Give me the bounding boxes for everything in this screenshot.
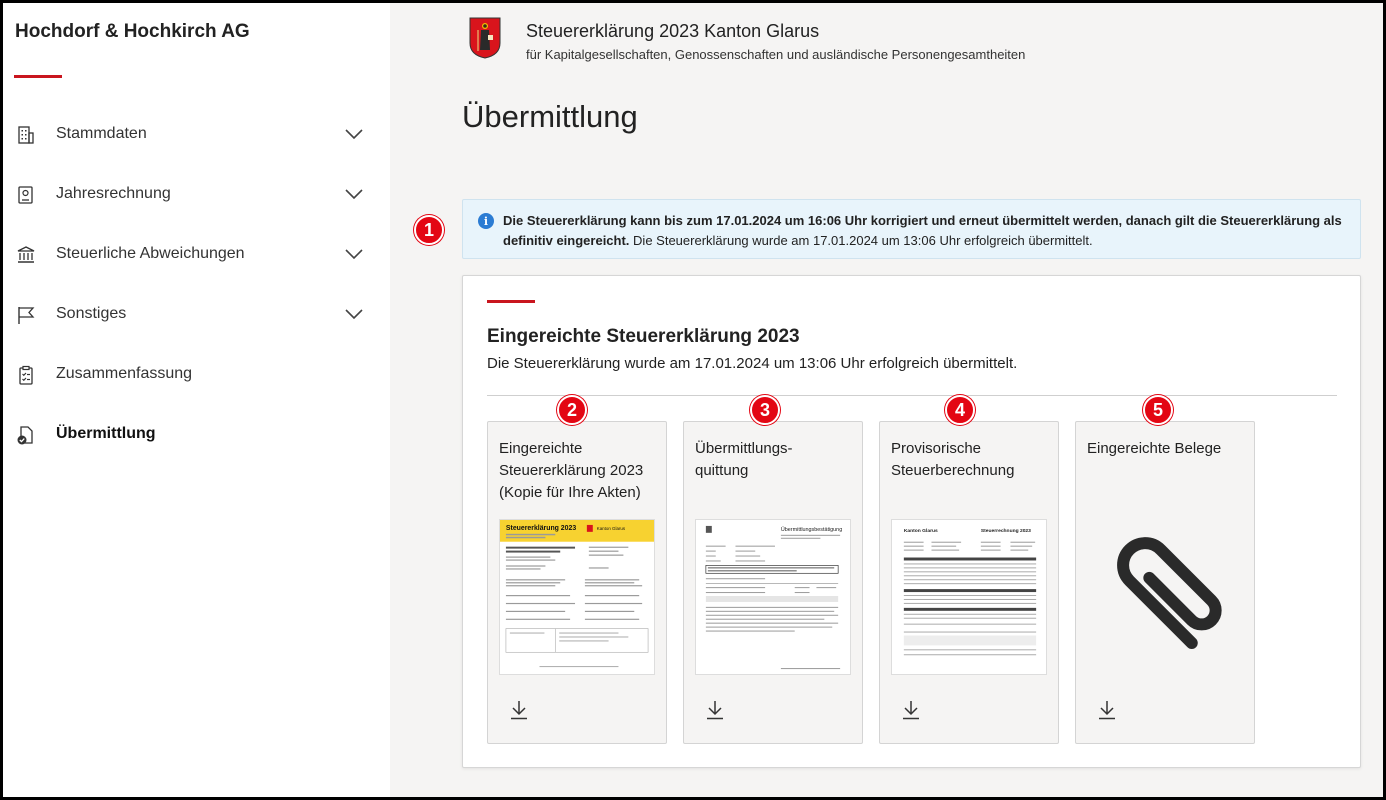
canton-crest-icon bbox=[469, 17, 501, 59]
app-title: Steuererklärung 2023 Kanton Glarus bbox=[526, 21, 820, 41]
sidebar-item-label: Stammdaten bbox=[56, 125, 147, 142]
annotation-marker-5: 5 bbox=[1143, 395, 1173, 425]
annotation-marker-1: 1 bbox=[414, 215, 444, 245]
divider bbox=[487, 395, 1337, 396]
thumb-title: Übermittlungsbestätigung bbox=[781, 526, 842, 533]
sidebar-item-label: Übermittlung bbox=[56, 425, 156, 442]
annotation-marker-2: 2 bbox=[557, 395, 587, 425]
app-subtitle: für Kapitalgesellschaften, Genossenschaf… bbox=[526, 47, 1026, 62]
accent-bar bbox=[14, 75, 62, 78]
document-thumbnail: Kanton Glarus Steuerrechnung 2023 bbox=[891, 519, 1047, 675]
info-banner: i Die Steuererklärung kann bis zum 17.01… bbox=[462, 199, 1361, 259]
thumb-title: Steuererklärung 2023 bbox=[506, 525, 576, 532]
page-title: Übermittlung bbox=[462, 99, 638, 134]
info-icon: i bbox=[478, 213, 494, 229]
company-name: Hochdorf & Hochkirch AG bbox=[15, 21, 250, 42]
ledger-icon bbox=[18, 186, 33, 204]
tile-submitted-documents[interactable]: Eingereichte Belege bbox=[1075, 421, 1255, 744]
sidebar-item-uebermittlung[interactable]: Übermittlung bbox=[3, 415, 390, 455]
clipboard-check-icon bbox=[19, 365, 33, 385]
chevron-down-icon[interactable] bbox=[344, 307, 364, 321]
tile-label: Provisorische Steuerberechnung bbox=[891, 440, 1015, 479]
download-icon[interactable] bbox=[1098, 700, 1116, 720]
chevron-down-icon[interactable] bbox=[344, 127, 364, 141]
tile-label: Übermittlungs-quittung bbox=[695, 440, 793, 479]
annotation-marker-4: 4 bbox=[945, 395, 975, 425]
thumb-title: Steuerrechnung 2023 bbox=[981, 528, 1031, 534]
sidebar-item-label: Zusammenfassung bbox=[56, 365, 193, 382]
bank-icon bbox=[17, 246, 35, 263]
info-text-normal: Die Steuererklärung wurde am 17.01.2024 … bbox=[633, 233, 1093, 248]
card-subtitle: Die Steuererklärung wurde am 17.01.2024 … bbox=[487, 355, 1018, 372]
building-icon bbox=[18, 126, 34, 144]
document-thumbnail: Steuererklärung 2023 Kanton Glarus bbox=[499, 519, 655, 675]
thumb-canton: Kanton Glarus bbox=[904, 528, 938, 534]
paperclip-icon bbox=[1117, 537, 1222, 649]
sidebar: Hochdorf & Hochkirch AG Stammdaten Jahre… bbox=[3, 3, 390, 797]
submission-card: Eingereichte Steuererklärung 2023 Die St… bbox=[462, 275, 1361, 768]
download-icon[interactable] bbox=[510, 700, 528, 720]
annotation-marker-3: 3 bbox=[750, 395, 780, 425]
flag-icon bbox=[18, 307, 35, 324]
card-title: Eingereichte Steuererklärung 2023 bbox=[487, 326, 800, 347]
document-check-icon bbox=[17, 426, 33, 445]
thumb-canton: Kanton Glarus bbox=[597, 526, 626, 531]
sidebar-item-label: Sonstiges bbox=[56, 305, 127, 322]
sidebar-item-label: Jahresrechnung bbox=[56, 185, 171, 202]
sidebar-item-stammdaten[interactable]: Stammdaten bbox=[3, 115, 390, 155]
tile-label: Eingereichte Steuererklärung 2023 (Kopie… bbox=[499, 440, 644, 501]
tile-label: Eingereichte Belege bbox=[1087, 440, 1222, 457]
chevron-down-icon[interactable] bbox=[344, 187, 364, 201]
download-icon[interactable] bbox=[706, 700, 724, 720]
sidebar-item-zusammenfassung[interactable]: Zusammenfassung bbox=[3, 355, 390, 395]
sidebar-item-label: Steuerliche Abweichungen bbox=[56, 245, 245, 262]
info-text: Die Steuererklärung kann bis zum 17.01.2… bbox=[503, 211, 1348, 251]
chevron-down-icon[interactable] bbox=[344, 247, 364, 261]
app-frame: Hochdorf & Hochkirch AG Stammdaten Jahre… bbox=[3, 3, 1383, 797]
tile-tax-return-copy[interactable]: Eingereichte Steuererklärung 2023 (Kopie… bbox=[487, 421, 667, 744]
sidebar-item-jahresrechnung[interactable]: Jahresrechnung bbox=[3, 175, 390, 215]
sidebar-item-sonstiges[interactable]: Sonstiges bbox=[3, 295, 390, 335]
download-icon[interactable] bbox=[902, 700, 920, 720]
document-thumbnail: Übermittlungsbestätigung bbox=[695, 519, 851, 675]
sidebar-item-steuerliche-abweichungen[interactable]: Steuerliche Abweichungen bbox=[3, 235, 390, 275]
tile-transmission-receipt[interactable]: Übermittlungs-quittung Übermittlungsbest… bbox=[683, 421, 863, 744]
accent-bar bbox=[487, 300, 535, 303]
tile-provisional-tax-calculation[interactable]: Provisorische Steuerberechnung Kanton Gl… bbox=[879, 421, 1059, 744]
